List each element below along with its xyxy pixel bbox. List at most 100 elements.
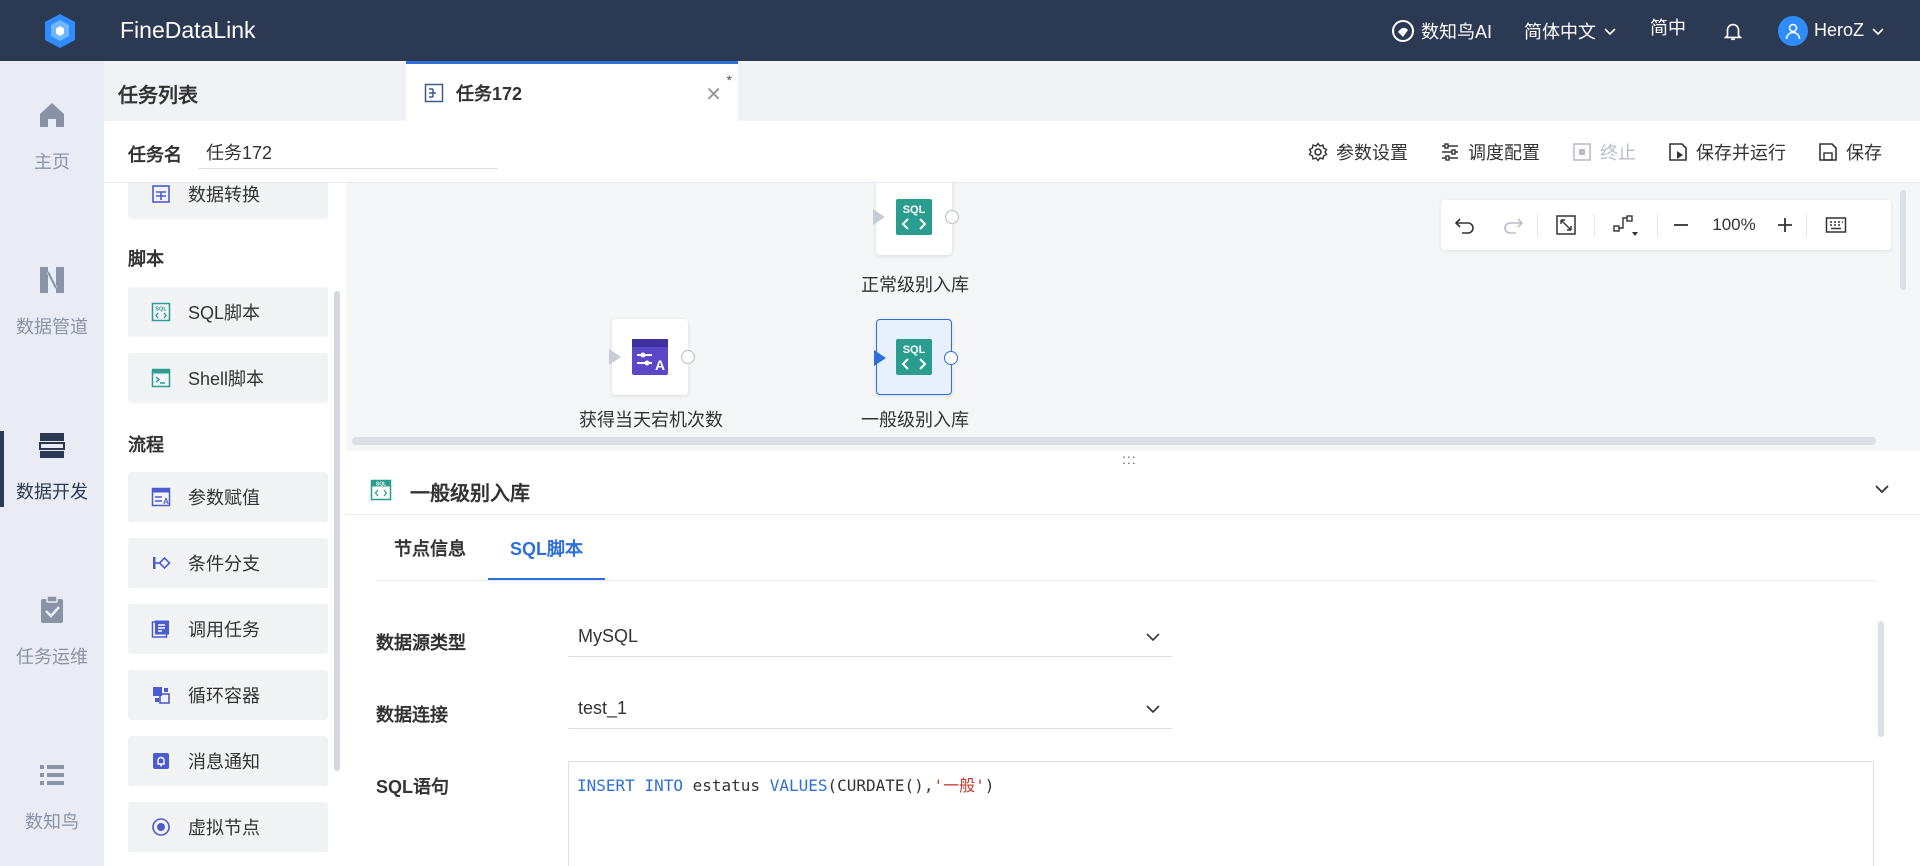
nav-label: 主页 xyxy=(34,152,70,172)
canvas-toolbar: 100% xyxy=(1441,200,1891,250)
sql-string: '一般' xyxy=(933,776,985,795)
component-shell-script[interactable]: Shell脚本 xyxy=(128,353,328,403)
datasource-type-select[interactable]: MySQL xyxy=(568,617,1172,657)
canvas-vertical-scrollbar[interactable] xyxy=(1900,190,1906,290)
zoom-out-button[interactable] xyxy=(1658,200,1704,250)
output-port[interactable] xyxy=(944,351,958,365)
save-button[interactable]: 保存 xyxy=(1818,139,1882,165)
plus-icon xyxy=(1778,218,1792,232)
tab-task172[interactable]: 任务172 ✕ * xyxy=(406,61,738,121)
component-scrollbar[interactable] xyxy=(334,291,340,771)
canvas-horizontal-scrollbar[interactable] xyxy=(352,437,1876,445)
auto-layout-icon xyxy=(1613,215,1638,236)
user-menu[interactable]: HeroZ xyxy=(1777,15,1886,46)
stop-button[interactable]: 终止 xyxy=(1572,139,1636,165)
sql-editor[interactable]: INSERT INTO estatus VALUES(CURDATE(),'一般… xyxy=(568,761,1874,866)
sliders-icon xyxy=(1442,143,1458,161)
zoom-level: 100% xyxy=(1712,215,1756,234)
component-label: 虚拟节点 xyxy=(188,818,260,838)
input-port[interactable] xyxy=(874,350,886,366)
input-port[interactable] xyxy=(609,349,621,365)
fit-view-button[interactable] xyxy=(1538,200,1594,250)
sql-node-icon: SQL xyxy=(896,199,932,235)
keyboard-shortcuts-button[interactable] xyxy=(1807,200,1865,250)
nav-item-shuzhiniao[interactable]: 数知鸟 xyxy=(0,741,104,851)
component-call-task[interactable]: 调用任务 xyxy=(128,604,328,654)
task-name-input[interactable] xyxy=(198,135,498,169)
node-label: 获得当天宕机次数 xyxy=(579,410,723,430)
input-port[interactable] xyxy=(873,209,885,225)
component-message-notify[interactable]: 消息通知 xyxy=(128,736,328,786)
sql-node-icon: SQL xyxy=(896,339,932,375)
node-label: 一般级别入库 xyxy=(861,410,969,430)
short-lang-button[interactable]: 简中 xyxy=(1650,14,1686,40)
tab-node-info[interactable]: 节点信息 xyxy=(372,529,488,581)
app-logo-icon[interactable] xyxy=(0,0,120,61)
notification-button[interactable] xyxy=(1722,20,1744,42)
chevron-down-icon xyxy=(1872,27,1884,35)
layout-button[interactable] xyxy=(1595,200,1657,250)
home-icon xyxy=(35,98,69,132)
connection-select[interactable]: test_1 xyxy=(568,689,1172,729)
list-icon xyxy=(35,758,69,792)
output-port[interactable] xyxy=(945,210,959,224)
component-virtual-node[interactable]: 虚拟节点 xyxy=(128,802,328,852)
node-get-downtime[interactable]: A xyxy=(609,319,695,395)
component-sql-script[interactable]: SQL SQL脚本 xyxy=(128,287,328,337)
node-detail-panel: ::: SQL 一般级别入库 节点信息 SQL脚本 数据源类型 MySQL 数据… xyxy=(346,451,1920,866)
language-select[interactable]: 简体中文 xyxy=(1524,18,1618,44)
ai-label: 数知鸟AI xyxy=(1420,21,1492,42)
section-script: 脚本 xyxy=(128,249,164,269)
nav-item-task-ops[interactable]: 任务运维 xyxy=(0,576,104,686)
sql-table: estatus xyxy=(692,776,761,795)
datasource-type-value: MySQL xyxy=(578,626,639,646)
datasource-type-label: 数据源类型 xyxy=(376,633,466,653)
undo-icon xyxy=(1454,218,1474,234)
svg-text:SQL: SQL xyxy=(376,482,386,488)
detail-scrollbar[interactable] xyxy=(1878,621,1884,737)
component-param-assign[interactable]: A 参数赋值 xyxy=(128,472,328,522)
chevron-down-icon xyxy=(1604,27,1616,35)
save-and-run-button[interactable]: 保存并运行 xyxy=(1668,139,1786,165)
svg-text:A: A xyxy=(163,497,169,506)
component-label: 数据转换 xyxy=(188,185,260,205)
schedule-config-label: 调度配置 xyxy=(1468,143,1540,163)
connection-label: 数据连接 xyxy=(376,705,448,725)
nav-item-home[interactable]: 主页 xyxy=(0,81,104,191)
node-general-level[interactable]: SQL xyxy=(874,319,958,395)
redo-button[interactable] xyxy=(1489,200,1537,250)
message-notify-icon xyxy=(150,750,172,772)
language-label: 简体中文 xyxy=(1523,21,1596,42)
nav-item-pipeline[interactable]: 数据管道 xyxy=(0,246,104,356)
tab-divider xyxy=(376,580,1876,581)
app-name: FineDataLink xyxy=(120,17,256,43)
chevron-down-icon xyxy=(1146,632,1160,641)
nav-item-data-dev[interactable]: 数据开发 xyxy=(0,411,104,521)
component-cond-branch[interactable]: 条件分支 xyxy=(128,538,328,588)
close-icon[interactable]: ✕ xyxy=(705,82,722,107)
avatar xyxy=(1777,15,1808,46)
ai-assistant-button[interactable]: 数知鸟AI xyxy=(1391,18,1492,44)
loop-container-icon xyxy=(150,684,172,706)
task-list-title[interactable]: 任务列表 xyxy=(118,79,198,108)
stop-icon xyxy=(1573,143,1591,161)
param-settings-button[interactable]: 参数设置 xyxy=(1308,139,1408,165)
component-panel: 数据转换 脚本 SQL SQL脚本 Shell脚本 流程 A 参数赋值 条件分支… xyxy=(104,183,346,866)
component-loop-container[interactable]: 循环容器 xyxy=(128,670,328,720)
schedule-config-button[interactable]: 调度配置 xyxy=(1440,139,1540,165)
tab-sql-script[interactable]: SQL脚本 xyxy=(488,529,606,581)
chevron-down-icon[interactable] xyxy=(1872,479,1892,504)
undo-button[interactable] xyxy=(1441,200,1489,250)
chevron-down-icon xyxy=(1146,704,1160,713)
node-normal-level[interactable]: SQL xyxy=(873,183,959,255)
zoom-in-button[interactable] xyxy=(1764,200,1806,250)
top-bar: FineDataLink 数知鸟AI 简体中文 简中 HeroZ xyxy=(0,0,1920,61)
redo-icon xyxy=(1504,218,1524,234)
output-port[interactable] xyxy=(681,350,695,364)
component-label: 条件分支 xyxy=(188,554,260,574)
modified-marker: * xyxy=(726,72,732,88)
component-data-transform[interactable]: 数据转换 xyxy=(128,183,328,219)
param-settings-label: 参数设置 xyxy=(1336,143,1408,163)
data-dev-icon xyxy=(35,428,69,462)
param-assign-icon: A xyxy=(150,486,172,508)
